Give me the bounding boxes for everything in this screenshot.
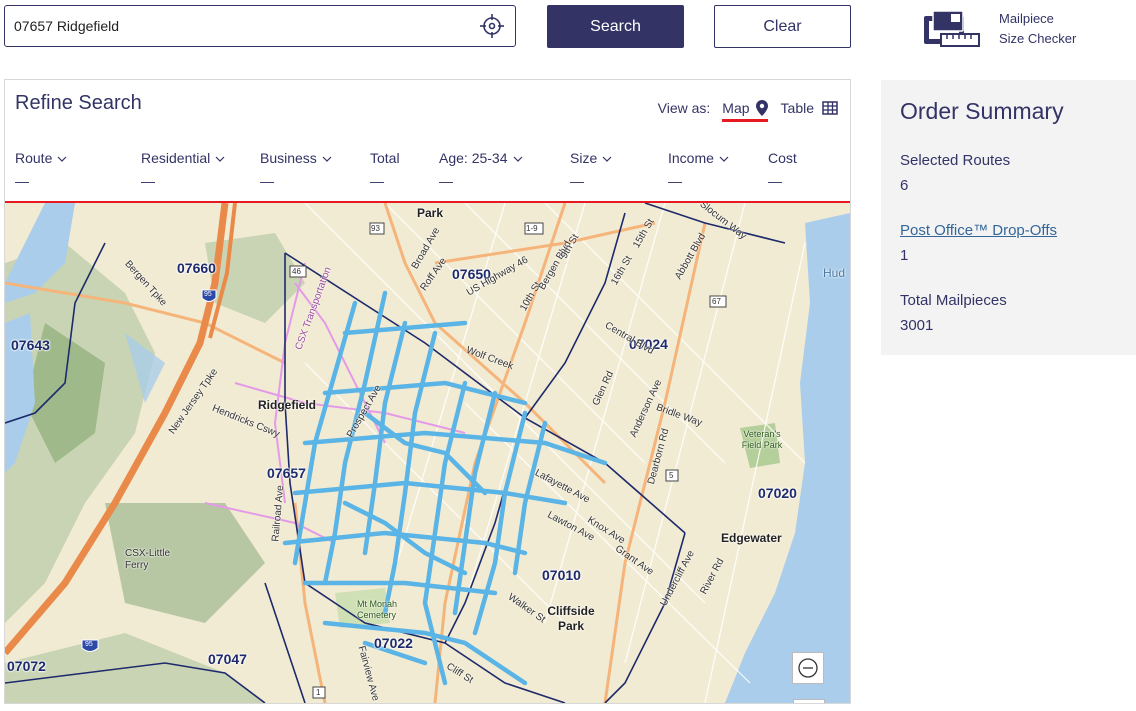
map-pin-icon	[755, 100, 768, 116]
column-size-value: —	[570, 173, 584, 189]
zoom-out-button[interactable]	[792, 652, 824, 684]
shield-1-9: 1-9	[526, 224, 538, 233]
search-button[interactable]: Search	[547, 5, 684, 48]
view-map-label: Map	[722, 100, 750, 116]
search-input[interactable]	[14, 7, 479, 45]
crosshair-locate-icon[interactable]	[479, 13, 505, 39]
route-map[interactable]: 93 1-9 46 95 67 5 95 1 07660 07650 07643…	[5, 203, 850, 703]
mailpiece-label: Mailpiece Size Checker	[999, 9, 1076, 49]
refine-search-title: Refine Search	[15, 92, 142, 114]
column-total-label: Total	[370, 150, 400, 166]
view-as-toggle: View as: Map Table	[657, 100, 838, 122]
shield-46: 46	[292, 267, 301, 276]
column-age[interactable]: Age: 25-34 —	[439, 150, 523, 188]
place-label-mt-monah-cemetery: Mt Monah Cemetery	[357, 599, 398, 620]
column-business-value: —	[260, 173, 274, 189]
column-total[interactable]: Total —	[370, 150, 400, 188]
order-summary-title: Order Summary	[900, 98, 1064, 124]
mailpiece-ruler-icon	[924, 10, 980, 47]
column-cost[interactable]: Cost —	[768, 150, 797, 188]
clear-button[interactable]: Clear	[714, 5, 851, 48]
place-label-cliffside-park: Cliffside Park	[547, 604, 595, 633]
shield-95-south: 95	[85, 641, 93, 648]
column-route[interactable]: Route —	[15, 150, 67, 188]
column-route-value: —	[15, 173, 29, 189]
zip-label-07022: 07022	[374, 635, 413, 651]
chevron-down-icon	[215, 156, 225, 162]
refine-search-panel: Refine Search View as: Map Table Route —	[4, 79, 851, 704]
column-sort-header: Route — Residential — Business — Total —…	[15, 150, 845, 190]
column-income-label: Income	[668, 150, 714, 166]
total-mailpieces-value: 3001	[900, 317, 934, 334]
place-label-veterans-field-park: Veteran's Field Park	[741, 429, 783, 450]
column-business[interactable]: Business —	[260, 150, 332, 188]
zip-label-07020: 07020	[758, 485, 797, 501]
column-residential-value: —	[141, 173, 155, 189]
column-cost-value: —	[768, 173, 782, 189]
column-business-label: Business	[260, 150, 317, 166]
mailpiece-label-line2: Size Checker	[999, 31, 1077, 46]
post-office-dropoffs-value: 1	[900, 247, 909, 264]
shield-1: 1	[316, 688, 321, 697]
chevron-down-icon	[719, 156, 729, 162]
post-office-dropoffs-link[interactable]: Post Office™ Drop-Offs	[900, 218, 1057, 243]
chevron-down-icon	[57, 156, 67, 162]
column-income[interactable]: Income —	[668, 150, 729, 188]
zip-label-07047: 07047	[208, 651, 247, 667]
selected-routes-label: Selected Routes	[900, 152, 1011, 169]
place-label-park: Park	[417, 206, 444, 220]
shield-93: 93	[371, 224, 380, 233]
selected-routes-value: 6	[900, 177, 909, 194]
column-age-value: —	[439, 173, 453, 189]
minus-circle-icon	[798, 658, 818, 678]
place-label-csx-little-ferry: CSX-Little Ferry	[125, 548, 171, 571]
zip-label-07660: 07660	[177, 260, 216, 276]
shield-67: 67	[712, 297, 721, 306]
table-grid-icon	[822, 101, 838, 115]
column-size[interactable]: Size —	[570, 150, 612, 188]
column-size-label: Size	[570, 150, 598, 166]
shield-5: 5	[669, 471, 674, 480]
zoom-in-button[interactable]	[793, 699, 825, 703]
address-search-box[interactable]	[4, 5, 516, 47]
mailpiece-label-line1: Mailpiece	[999, 11, 1054, 26]
column-residential[interactable]: Residential —	[141, 150, 225, 188]
shield-95: 95	[204, 291, 212, 298]
place-label-ridgefield: Ridgefield	[258, 398, 317, 412]
zip-label-07010: 07010	[542, 567, 581, 583]
place-label-edgewater: Edgewater	[721, 531, 782, 545]
column-age-label: Age: 25-34	[439, 150, 508, 166]
order-summary-panel: Order Summary Selected Routes 6 Post Off…	[881, 80, 1136, 355]
total-mailpieces-label: Total Mailpieces	[900, 292, 1007, 309]
column-income-value: —	[668, 173, 682, 189]
place-label-hudson: Hud	[823, 266, 846, 280]
view-as-label: View as:	[657, 100, 711, 116]
view-table-option[interactable]: Table	[781, 100, 838, 116]
zip-label-07072: 07072	[7, 658, 46, 674]
chevron-down-icon	[602, 156, 612, 162]
mailpiece-size-checker-link[interactable]: Mailpiece Size Checker	[921, 8, 1076, 50]
chevron-down-icon	[322, 156, 332, 162]
column-residential-label: Residential	[141, 150, 211, 166]
column-route-label: Route	[15, 150, 53, 166]
column-cost-label: Cost	[768, 150, 797, 166]
zip-label-07657: 07657	[267, 465, 306, 481]
zip-label-07643: 07643	[11, 337, 50, 353]
highway-shields	[81, 222, 727, 699]
chevron-down-icon	[513, 156, 522, 162]
column-total-value: —	[370, 173, 384, 189]
view-table-label: Table	[780, 100, 814, 116]
view-map-option[interactable]: Map	[722, 100, 768, 122]
